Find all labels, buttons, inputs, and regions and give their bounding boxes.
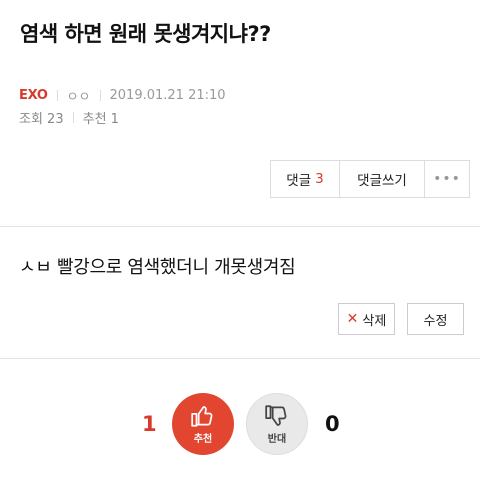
view-count: 조회 23 bbox=[19, 112, 64, 127]
post-toolbar: 댓글 3 댓글쓰기 ••• bbox=[270, 160, 470, 198]
meta-divider bbox=[99, 90, 101, 101]
post-meta: EXO ㅇㅇ 2019.01.21 21:10 bbox=[19, 86, 226, 105]
downvote-count: 0 bbox=[325, 412, 340, 436]
thumbs-down-icon bbox=[264, 403, 290, 429]
divider bbox=[0, 358, 480, 359]
post-stats: 조회 23 추천 1 bbox=[19, 108, 119, 127]
post-content: ㅅㅂ 빨강으로 염색했더니 개못생겨짐 bbox=[19, 257, 296, 278]
upvote-button[interactable]: 추천 bbox=[172, 393, 234, 455]
post-title: 염색 하면 원래 못생겨지냐?? bbox=[20, 22, 271, 46]
upvote-label: 추천 bbox=[193, 434, 213, 445]
comments-label: 댓글 bbox=[286, 173, 312, 189]
author-name[interactable]: EXO bbox=[19, 88, 48, 103]
close-icon: ✕ bbox=[346, 311, 359, 327]
comments-count: 3 bbox=[315, 171, 324, 187]
downvote-label: 반대 bbox=[267, 434, 287, 445]
upvote-count: 1 bbox=[142, 412, 157, 436]
post-datetime: 2019.01.21 21:10 bbox=[109, 88, 226, 103]
delete-label: 삭제 bbox=[362, 313, 387, 329]
meta-divider bbox=[56, 90, 58, 101]
divider bbox=[0, 226, 480, 227]
downvote-button[interactable]: 반대 bbox=[246, 393, 308, 455]
more-icon[interactable]: ••• bbox=[425, 161, 469, 197]
comments-button[interactable]: 댓글 3 bbox=[271, 161, 340, 197]
delete-button[interactable]: ✕ 삭제 bbox=[338, 303, 395, 335]
thumbs-up-icon bbox=[190, 403, 216, 429]
edit-button[interactable]: 수정 bbox=[407, 303, 464, 335]
write-comment-button[interactable]: 댓글쓰기 bbox=[340, 161, 425, 197]
author-nickname: ㅇㅇ bbox=[66, 90, 91, 105]
recommend-count: 추천 1 bbox=[82, 112, 119, 127]
meta-divider bbox=[72, 112, 74, 123]
